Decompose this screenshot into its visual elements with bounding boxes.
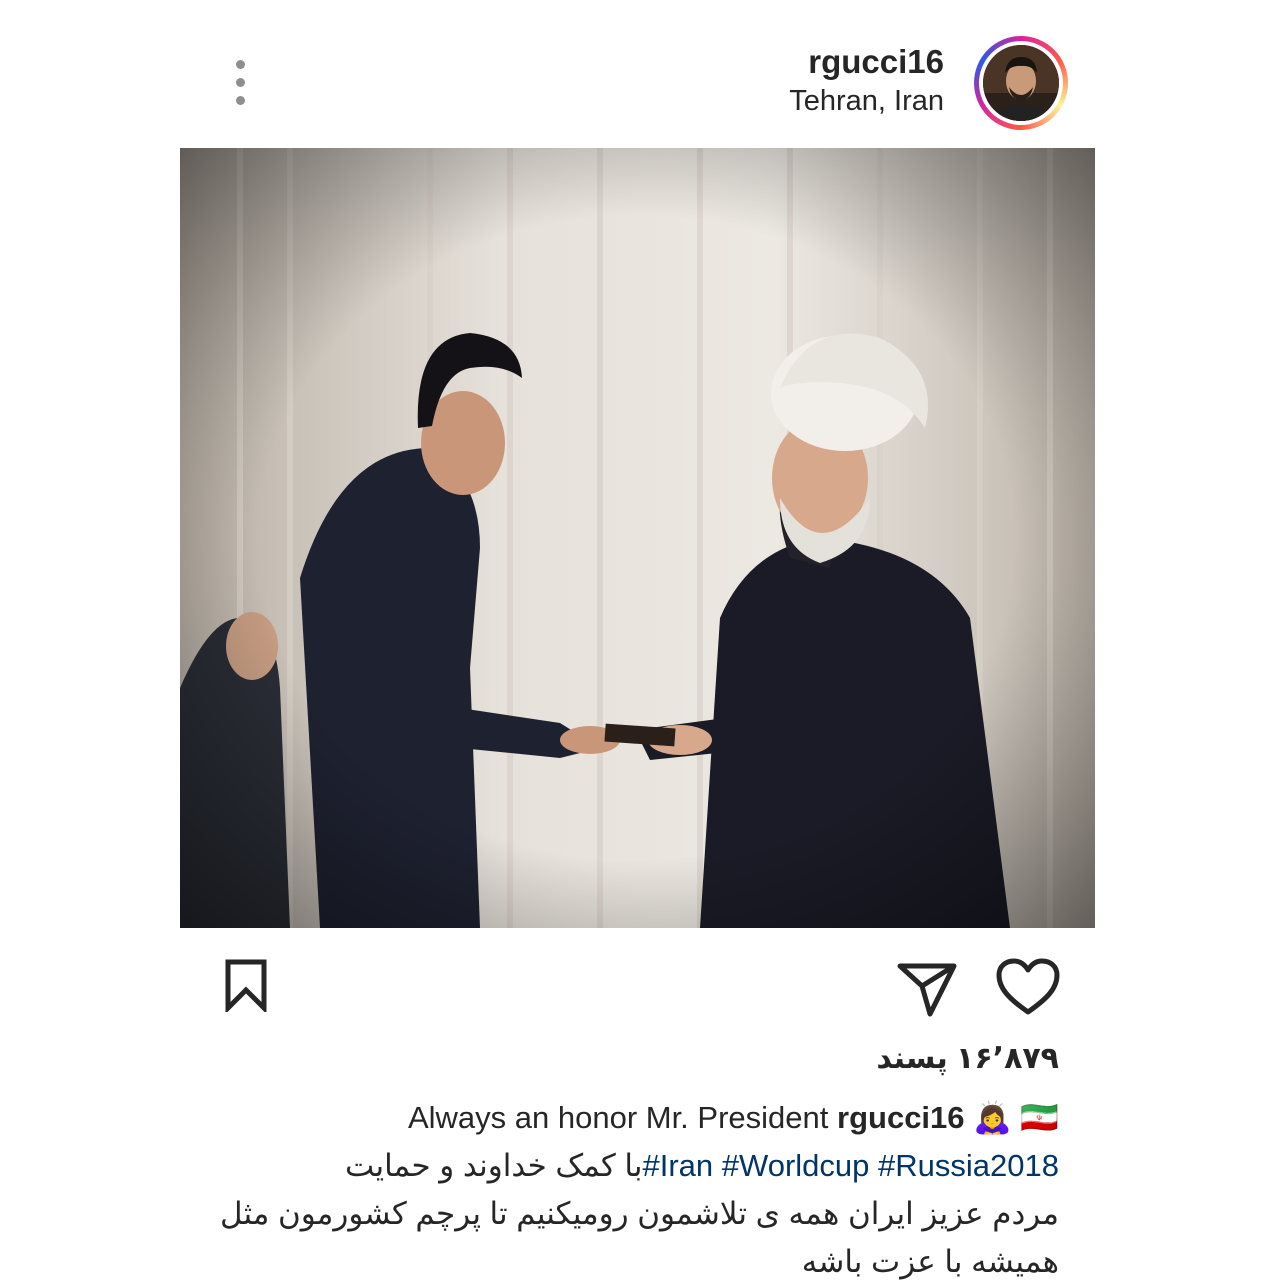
- bookmark-icon[interactable]: [224, 958, 268, 1015]
- caption-persian-2: مردم عزیز ایران همه ی تلاشمون رومیکنیم ت…: [219, 1196, 1059, 1231]
- more-dot-icon: [236, 60, 245, 69]
- username-link[interactable]: rgucci16: [789, 40, 944, 84]
- user-info: rgucci16 Tehran, Iran: [789, 40, 944, 118]
- avatar[interactable]: [974, 36, 1068, 130]
- location-link[interactable]: Tehran, Iran: [789, 84, 944, 118]
- avatar-image: [983, 45, 1059, 121]
- send-icon[interactable]: [896, 960, 958, 1018]
- woman-bowing-emoji: 🙇‍♀️: [973, 1100, 1012, 1135]
- hashtag-worldcup[interactable]: #Worldcup: [722, 1148, 870, 1183]
- post-caption: rgucci16 🙇‍♀️ 🇮🇷 Always an honor Mr. Pre…: [219, 1094, 1059, 1286]
- post-header: rgucci16 Tehran, Iran: [0, 0, 1274, 148]
- heart-icon[interactable]: [996, 958, 1060, 1016]
- likes-count[interactable]: ۱۶٬۸۷۹ پسند: [876, 1041, 1059, 1076]
- caption-line-2: #Iran #Worldcup #Russia2018 با کمک خداوند…: [229, 1142, 1059, 1190]
- hashtag-iran[interactable]: #Iran: [642, 1148, 713, 1183]
- hashtag-russia2018[interactable]: #Russia2018: [878, 1148, 1059, 1183]
- caption-line-1: rgucci16 🙇‍♀️ 🇮🇷 Always an honor Mr. Pre…: [229, 1094, 1059, 1142]
- caption-english-text: Always an honor Mr. President: [407, 1100, 829, 1135]
- more-dot-icon: [236, 78, 245, 87]
- iran-flag-emoji: 🇮🇷: [1020, 1100, 1059, 1135]
- caption-persian-1: با کمک خداوند و حمایت: [345, 1148, 643, 1183]
- caption-persian-3: همیشه با عزت باشه: [801, 1244, 1059, 1279]
- more-dot-icon: [236, 96, 245, 105]
- caption-username[interactable]: rgucci16: [837, 1100, 965, 1135]
- post-photo[interactable]: [180, 148, 1095, 928]
- more-options-button[interactable]: [228, 58, 254, 108]
